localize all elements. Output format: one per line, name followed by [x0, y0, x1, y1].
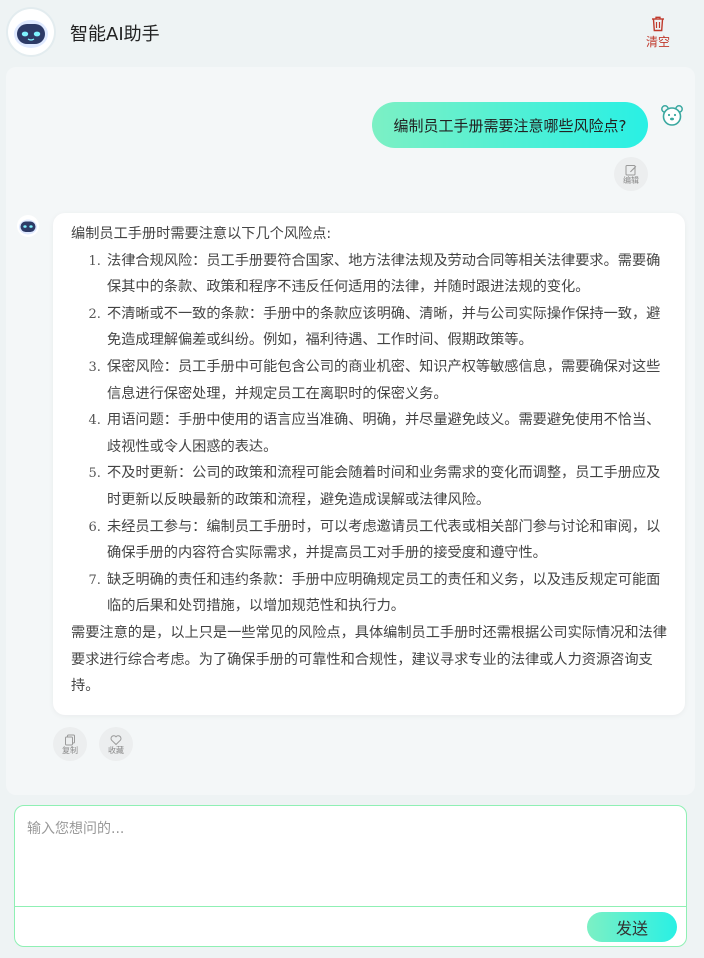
- answer-conclusion: 需要注意的是，以上只是一些常见的风险点，具体编制员工手册时还需根据公司实际情况和…: [71, 624, 667, 695]
- message-input-box: 发送: [14, 805, 687, 947]
- send-label: 发送: [615, 919, 648, 938]
- message-input[interactable]: [25, 816, 679, 900]
- copy-icon: [65, 734, 75, 746]
- favorite-label: 收藏: [108, 746, 124, 755]
- heart-icon: [110, 735, 122, 746]
- robot-face-icon: [8, 9, 54, 55]
- edit-button[interactable]: 编辑: [614, 157, 648, 191]
- trash-icon: [652, 16, 664, 32]
- chat-panel[interactable]: 编制员工手册需要注意哪些风险点? 编辑 编制员工手册时需要注意以下几个风险点: …: [6, 67, 695, 795]
- copy-label: 复制: [62, 746, 78, 755]
- copy-button[interactable]: 复制: [53, 727, 87, 761]
- app-header: 智能AI助手 清空: [0, 0, 704, 66]
- risk-item: 保密风险：员工手册中可能包含公司的商业机密、知识产权等敏感信息，需要确保对这些信…: [105, 354, 667, 407]
- edit-icon: [625, 165, 637, 176]
- risk-item: 不及时更新：公司的政策和流程可能会随着时间和业务需求的变化而调整，员工手册应及时…: [105, 460, 667, 513]
- favorite-button[interactable]: 收藏: [99, 727, 133, 761]
- risk-item: 不清晰或不一致的条款：手册中的条款应该明确、清晰，并与公司实际操作保持一致，避免…: [105, 301, 667, 354]
- risk-item: 缺乏明确的责任和违约条款：手册中应明确规定员工的责任和义务，以及违反规定可能面临…: [105, 567, 667, 620]
- send-button[interactable]: 发送: [587, 912, 677, 942]
- input-divider: [15, 906, 686, 907]
- clear-label: 清空: [645, 35, 670, 49]
- risk-item: 未经员工参与：编制员工手册时，可以考虑邀请员工代表或相关部门参与讨论和审阅，以确…: [105, 514, 667, 567]
- bear-face-icon: [660, 103, 684, 127]
- clear-button[interactable]: 清空: [640, 14, 676, 54]
- risk-list: 法律合规风险：员工手册要符合国家、地方法律法规及劳动合同等相关法律要求。需要确保…: [71, 248, 667, 620]
- bot-avatar-icon: [16, 214, 40, 238]
- user-message-bubble: 编制员工手册需要注意哪些风险点?: [372, 102, 648, 148]
- edit-label: 编辑: [623, 176, 639, 185]
- answer-intro: 编制员工手册时需要注意以下几个风险点:: [71, 226, 332, 242]
- assistant-answer-card: 编制员工手册时需要注意以下几个风险点: 法律合规风险：员工手册要符合国家、地方法…: [53, 213, 685, 715]
- app-title: 智能AI助手: [70, 24, 160, 45]
- risk-item: 用语问题：手册中使用的语言应当准确、明确，并尽量避免歧义。需要避免使用不恰当、歧…: [105, 407, 667, 460]
- user-message-text: 编制员工手册需要注意哪些风险点?: [393, 116, 627, 135]
- risk-item: 法律合规风险：员工手册要符合国家、地方法律法规及劳动合同等相关法律要求。需要确保…: [105, 248, 667, 301]
